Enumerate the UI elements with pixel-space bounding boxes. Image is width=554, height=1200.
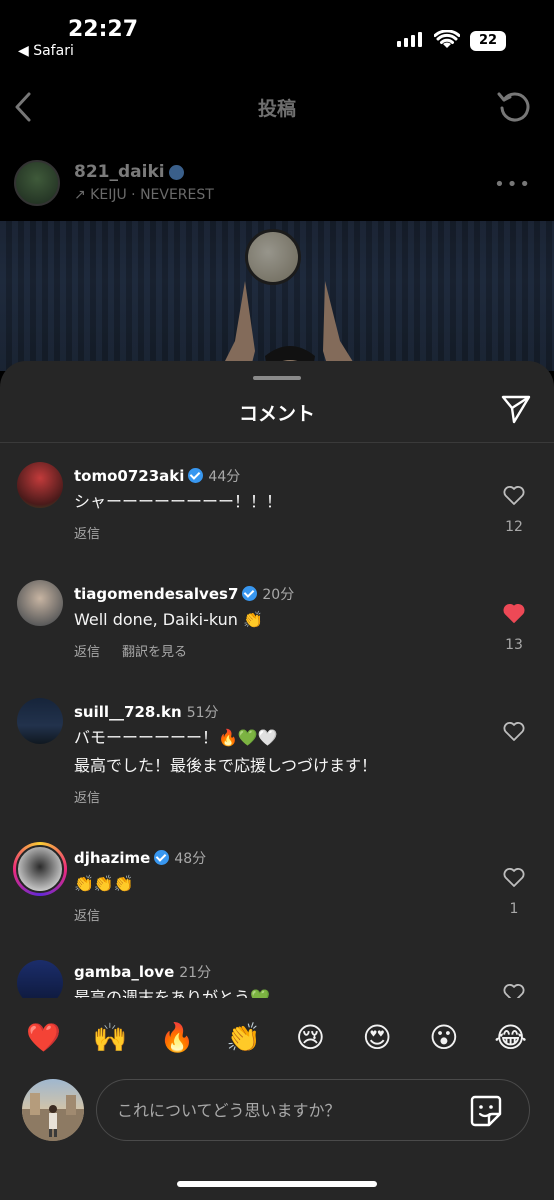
comment-text: 最高の週末をありがとう💚 bbox=[74, 988, 270, 998]
comment-time: 20分 bbox=[262, 587, 295, 603]
emoji-raising-hands-button[interactable]: 🙌 bbox=[86, 1013, 134, 1063]
post-header: 投稿 bbox=[0, 70, 554, 145]
comment-text-line-1: バモーーーーーー！🔥💚🤍 bbox=[74, 728, 278, 747]
post-author-name: 821_daiki bbox=[74, 162, 165, 182]
post-author-avatar[interactable] bbox=[14, 160, 60, 206]
reply-button[interactable]: 返信 bbox=[74, 791, 100, 806]
comment-text-line-2: 最高でした！最後まで応援しつづけます！ bbox=[74, 756, 378, 775]
commenter-avatar[interactable] bbox=[17, 580, 63, 626]
comment-composer bbox=[0, 1077, 554, 1143]
comment-text: シャーーーーーーーー！！！ bbox=[74, 492, 283, 511]
comment-username[interactable]: djhazime 48分 bbox=[74, 848, 206, 868]
sheet-grabber-handle[interactable] bbox=[253, 376, 301, 380]
share-send-icon[interactable] bbox=[500, 393, 532, 425]
comment-username[interactable]: suill__728.kn 51分 bbox=[74, 702, 219, 722]
post-author-row: 821_daiki ↗ KEIJU · NEVEREST ••• bbox=[0, 150, 554, 220]
reply-button[interactable]: 返信 bbox=[74, 527, 100, 542]
comment-actions: 返信 bbox=[74, 523, 122, 542]
heart-outline-icon[interactable] bbox=[502, 719, 526, 743]
more-options-icon[interactable]: ••• bbox=[494, 174, 532, 195]
current-user-avatar bbox=[22, 1079, 84, 1141]
sheet-title: コメント bbox=[238, 403, 315, 425]
emoji-quick-bar: ❤️ 🙌 🔥 👏 😢 😍 😮 😂 bbox=[0, 1013, 554, 1063]
comment-actions: 返信 bbox=[74, 905, 122, 924]
comment-username[interactable]: gamba_love 21分 bbox=[74, 962, 211, 982]
commenter-avatar bbox=[16, 845, 64, 893]
comment-input-wrapper bbox=[96, 1079, 530, 1141]
status-time: 22:27 bbox=[68, 17, 139, 42]
comment-username-text: tomo0723aki bbox=[74, 467, 185, 485]
reply-button[interactable]: 返信 bbox=[74, 645, 100, 660]
refresh-icon[interactable] bbox=[496, 88, 532, 124]
emoji-fire-button[interactable]: 🔥 bbox=[153, 1013, 201, 1063]
emoji-crying-button[interactable]: 😢 bbox=[286, 1013, 334, 1063]
post-photo bbox=[0, 221, 554, 371]
comment-time: 51分 bbox=[186, 705, 219, 721]
comment-username-text: gamba_love bbox=[74, 963, 175, 981]
comment-item: gamba_love 21分 最高の週末をありがとう💚 bbox=[0, 943, 554, 998]
verified-badge-icon bbox=[168, 164, 184, 180]
avatar-photo bbox=[22, 1093, 84, 1141]
emoji-heart-button[interactable]: ❤️ bbox=[19, 1013, 67, 1063]
status-bar: 22:27 ◀ Safari 22 bbox=[0, 0, 554, 70]
heart-outline-icon[interactable] bbox=[502, 483, 526, 507]
like-count: 1 bbox=[509, 901, 519, 917]
back-to-safari-link[interactable]: ◀ Safari bbox=[18, 43, 74, 59]
comment-username[interactable]: tomo0723aki 44分 bbox=[74, 466, 240, 486]
wifi-icon bbox=[434, 30, 460, 48]
battery-indicator: 22 bbox=[470, 31, 506, 51]
emoji-heart-eyes-button[interactable]: 😍 bbox=[353, 1013, 401, 1063]
comment-time: 48分 bbox=[174, 851, 207, 867]
see-translation-button[interactable]: 翻訳を見る bbox=[122, 645, 187, 660]
commenter-avatar-story-ring[interactable] bbox=[13, 842, 67, 896]
comment-list[interactable]: tomo0723aki 44分 シャーーーーーーーー！！！ 返信 12 tiago… bbox=[0, 443, 554, 998]
comment-username[interactable]: tiagomendesalves7 20分 bbox=[74, 584, 294, 604]
comment-username-text: suill__728.kn bbox=[74, 703, 182, 721]
comment-text: Well done, Daiki-kun 👏 bbox=[74, 610, 263, 629]
heart-filled-icon[interactable] bbox=[502, 601, 526, 625]
commenter-avatar[interactable] bbox=[17, 462, 63, 508]
comment-input[interactable] bbox=[117, 1080, 457, 1140]
like-count: 13 bbox=[505, 637, 523, 653]
page-title: 投稿 bbox=[257, 98, 296, 120]
commenter-avatar[interactable] bbox=[17, 698, 63, 744]
emoji-surprised-button[interactable]: 😮 bbox=[420, 1013, 468, 1063]
comment-time: 44分 bbox=[208, 469, 241, 485]
reply-button[interactable]: 返信 bbox=[74, 909, 100, 924]
comment-item: djhazime 48分 👏👏👏 返信 1 bbox=[0, 825, 554, 943]
comment-item: suill__728.kn 51分 バモーーーーーー！🔥💚🤍 最高でした！最後まで… bbox=[0, 679, 554, 825]
verified-badge-icon bbox=[154, 850, 170, 865]
comment-text: 👏👏👏 bbox=[74, 874, 134, 893]
comment-actions: 返信 翻訳を見る bbox=[74, 641, 209, 660]
comments-sheet: コメント tomo0723aki 44分 シャーーーーーーーー！！！ 返信 12 … bbox=[0, 361, 554, 1200]
post-author-username[interactable]: 821_daiki bbox=[74, 162, 184, 182]
comment-actions: 返信 bbox=[74, 787, 122, 806]
comment-username-text: djhazime bbox=[74, 849, 151, 867]
comment-username-text: tiagomendesalves7 bbox=[74, 585, 239, 603]
comment-time: 21分 bbox=[179, 965, 212, 981]
sticker-icon[interactable] bbox=[469, 1094, 503, 1128]
comment-item: tomo0723aki 44分 シャーーーーーーーー！！！ 返信 12 bbox=[0, 443, 554, 561]
photo-dim-overlay bbox=[0, 221, 554, 371]
heart-outline-icon[interactable] bbox=[502, 981, 526, 998]
heart-outline-icon[interactable] bbox=[502, 865, 526, 889]
home-indicator[interactable] bbox=[177, 1181, 377, 1187]
verified-badge-icon bbox=[242, 586, 258, 601]
like-count: 12 bbox=[505, 519, 523, 535]
cellular-signal-icon bbox=[397, 32, 422, 47]
post-audio-label[interactable]: ↗ KEIJU · NEVEREST bbox=[74, 187, 214, 203]
commenter-avatar[interactable] bbox=[17, 960, 63, 998]
verified-badge-icon bbox=[188, 468, 204, 483]
emoji-laughing-button[interactable]: 😂 bbox=[487, 1013, 535, 1063]
emoji-clap-button[interactable]: 👏 bbox=[220, 1013, 268, 1063]
comment-item: tiagomendesalves7 20分 Well done, Daiki-ku… bbox=[0, 561, 554, 679]
